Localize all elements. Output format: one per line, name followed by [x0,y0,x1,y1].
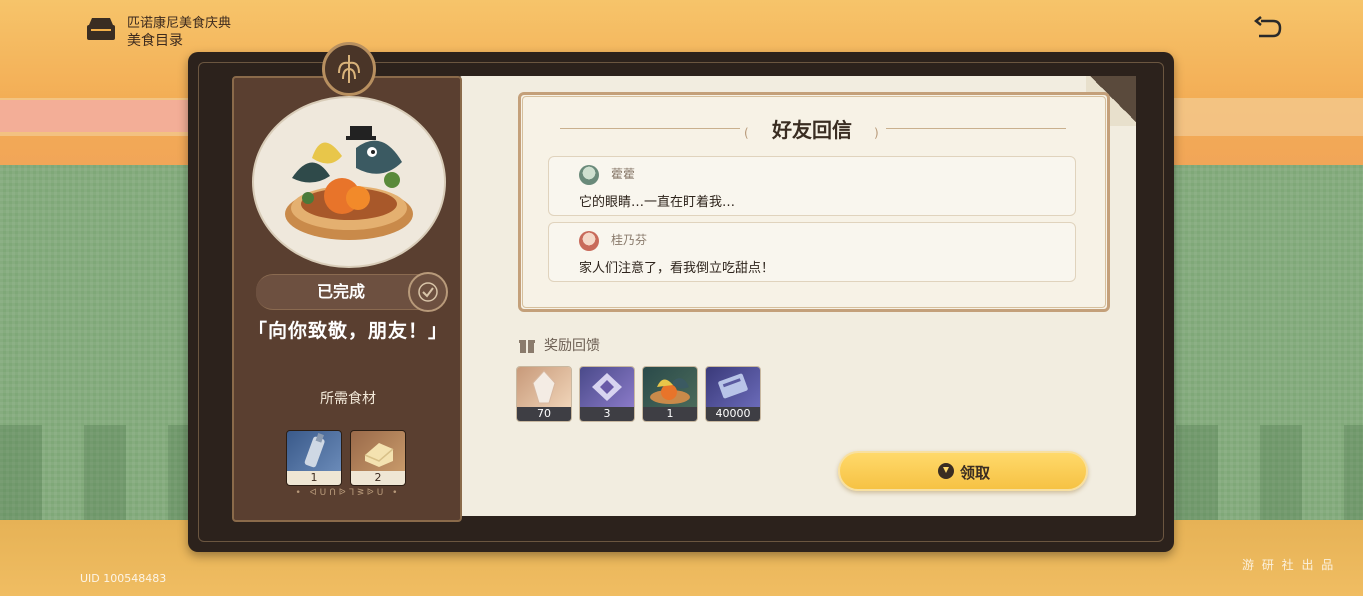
ingredient-count: 2 [351,471,405,485]
ingredient-slot[interactable]: 1 [286,430,342,486]
ingredient-slot[interactable]: 2 [350,430,406,486]
ingredients-title: 所需食材 [320,391,376,407]
letter-title: 好友回信 [772,118,852,142]
avatar [579,165,599,185]
page-title: 美食目录 [127,33,183,49]
check-icon [408,272,448,312]
ingredient-butter-icon [351,431,405,471]
catalog-book-icon [86,16,116,42]
credential-icon [580,367,634,407]
background-pink-band [0,100,200,132]
reward-count: 40000 [706,407,760,421]
ingredient-count: 1 [287,471,341,485]
avatar [579,231,599,251]
claim-button-label: 领取 [960,464,991,482]
dish-icon [643,367,697,407]
event-name: 匹诺康尼美食庆典 [127,16,232,31]
message-sender: 桂乃芬 [611,233,648,247]
message-text: 家人们注意了，看我倒立吃甜点！ [579,261,775,276]
reward-item[interactable]: 1 [642,366,698,422]
reward-item[interactable]: 3 [579,366,635,422]
message-text: 它的眼睛…一直在盯着我… [579,195,736,210]
reward-item[interactable]: 70 [516,366,572,422]
stellar-jade-icon [517,367,571,407]
rune-decoration: • ᐊᑌᑎᐉᒣᕒᐉᑌ • [295,488,401,498]
status-completed: 已完成 [256,274,426,310]
title-divider-left [560,128,740,129]
message-sender: 藿藿 [611,167,636,181]
reward-label: 奖励回馈 [544,338,600,354]
message-item: 藿藿 它的眼睛…一直在盯着我… [548,156,1076,216]
gift-icon [518,336,536,354]
return-arrow-icon [1253,16,1282,38]
reward-count: 70 [517,407,571,421]
title-divider-right [886,128,1066,129]
ingredient-bottle-icon [287,431,341,471]
emblem-icon [322,42,376,96]
dish-name: 「向你致敬，朋友！」 [247,320,448,342]
reward-item[interactable]: 40000 [705,366,761,422]
claim-button[interactable]: 领取 [838,451,1088,491]
uid-label: UID 100548483 [80,572,167,585]
reward-count: 1 [643,407,697,421]
reward-count: 3 [580,407,634,421]
back-button[interactable] [1253,16,1283,42]
dish-fish-tart-icon [272,118,426,248]
watermark: 游 研 社 出 品 [1242,558,1336,572]
message-item: 桂乃芬 家人们注意了，看我倒立吃甜点！ [548,222,1076,282]
download-arrow-icon [938,463,954,479]
credit-icon [706,367,760,407]
